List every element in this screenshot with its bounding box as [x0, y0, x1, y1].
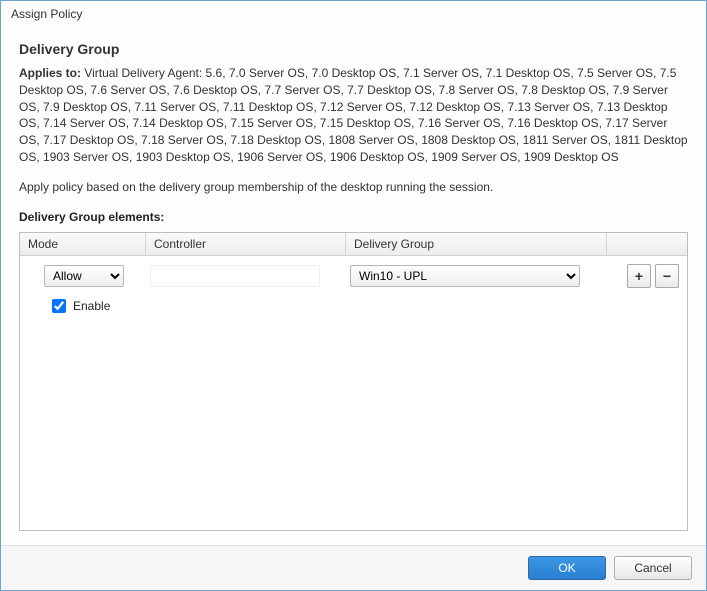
dialog-title: Assign Policy [1, 1, 706, 25]
enable-label: Enable [73, 299, 110, 313]
dialog-footer: OK Cancel [1, 545, 706, 590]
applies-to-label: Applies to: [19, 66, 81, 80]
controller-input[interactable] [150, 265, 320, 287]
applies-to-text: Virtual Delivery Agent: 5.6, 7.0 Server … [19, 66, 688, 164]
add-row-button[interactable]: + [627, 264, 651, 288]
applies-to-line: Applies to: Virtual Delivery Agent: 5.6,… [19, 65, 688, 166]
mode-select[interactable]: Allow [44, 265, 124, 287]
dialog-body: Delivery Group Applies to: Virtual Deliv… [1, 25, 706, 545]
minus-icon: − [663, 269, 671, 283]
delivery-group-heading: Delivery Group [19, 41, 688, 57]
table-row: Allow Win10 - UPL + [26, 262, 681, 290]
table-body: Allow Win10 - UPL + [20, 256, 687, 530]
ok-button[interactable]: OK [528, 556, 606, 580]
elements-label: Delivery Group elements: [19, 210, 688, 224]
delivery-group-select[interactable]: Win10 - UPL [350, 265, 580, 287]
plus-icon: + [635, 269, 643, 283]
table-header: Mode Controller Delivery Group [20, 233, 687, 256]
enable-checkbox[interactable] [52, 299, 66, 313]
remove-row-button[interactable]: − [655, 264, 679, 288]
column-header-mode[interactable]: Mode [20, 233, 146, 255]
cancel-button[interactable]: Cancel [614, 556, 692, 580]
description-text: Apply policy based on the delivery group… [19, 180, 688, 194]
assign-policy-dialog: Assign Policy Delivery Group Applies to:… [0, 0, 707, 591]
column-header-delivery-group[interactable]: Delivery Group [346, 233, 607, 255]
delivery-group-table: Mode Controller Delivery Group Allow [19, 232, 688, 531]
column-header-controller[interactable]: Controller [146, 233, 346, 255]
enable-row: Enable [26, 296, 681, 316]
column-header-actions [607, 233, 687, 255]
